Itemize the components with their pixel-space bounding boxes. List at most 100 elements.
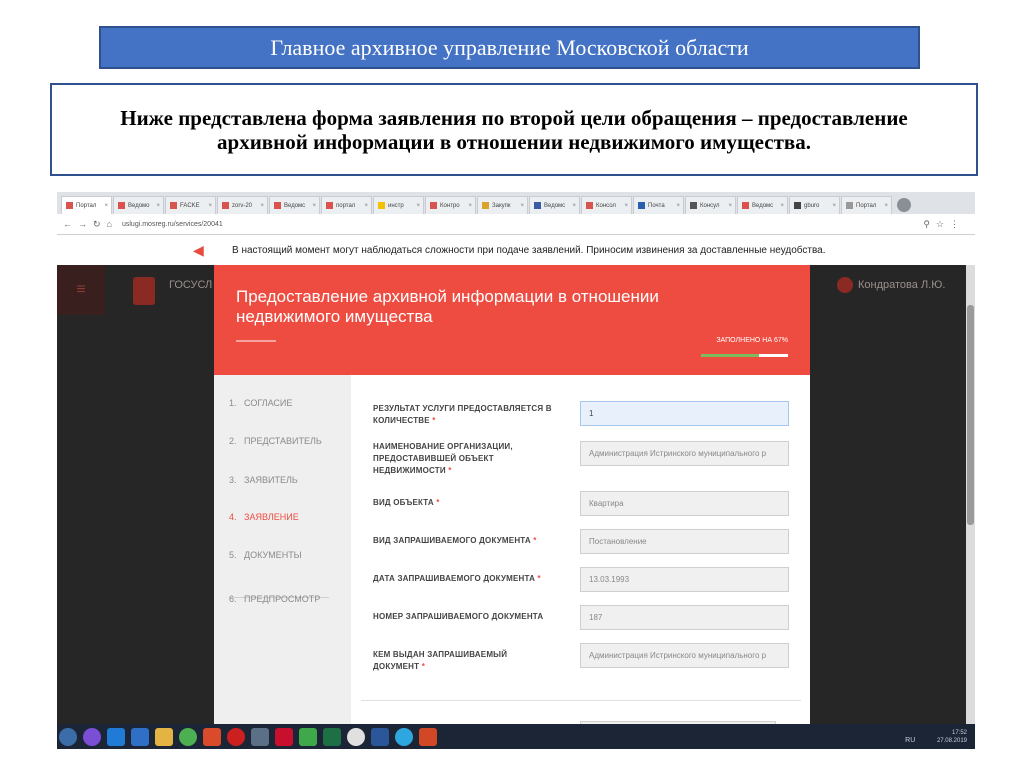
excel-icon[interactable] xyxy=(323,727,341,746)
reload-icon[interactable]: ↻ xyxy=(93,219,101,230)
browser-tab[interactable]: Контро × xyxy=(425,196,476,214)
favicon-icon xyxy=(742,202,749,209)
browser-tab[interactable]: инстр × xyxy=(373,196,424,214)
media-player-icon[interactable] xyxy=(131,727,149,746)
close-tab-icon[interactable]: × xyxy=(884,203,888,209)
app-icon[interactable] xyxy=(203,727,221,746)
forward-icon[interactable]: → xyxy=(78,219,87,229)
back-icon[interactable]: ← xyxy=(63,219,72,229)
favicon-icon xyxy=(534,202,541,209)
browser-tab-strip: Портал × Ведомо × FACKE × zorv-20 × Ведомс × … xyxy=(57,192,975,214)
new-tab-icon[interactable] xyxy=(897,198,911,212)
language-indicator[interactable]: RU xyxy=(905,737,915,745)
browser-tab[interactable]: Ведомо × xyxy=(113,196,164,214)
step-item-applicant[interactable]: 3. ЗАЯВИТЕЛЬ xyxy=(229,475,298,485)
app-icon[interactable] xyxy=(299,727,317,746)
start-button-icon[interactable] xyxy=(59,727,77,746)
field-label-issued-by: КЕМ ВЫДАН ЗАПРАШИВАЕМЫЙ ДОКУМЕНТ * xyxy=(373,650,508,671)
slide-subtitle-box: Ниже представлена форма заявления по вто… xyxy=(50,83,978,176)
close-tab-icon[interactable]: × xyxy=(572,203,576,209)
favicon-icon xyxy=(794,202,801,209)
close-tab-icon[interactable]: × xyxy=(104,203,108,209)
powerpoint-icon[interactable] xyxy=(419,727,437,746)
browser-tab[interactable]: Консол × xyxy=(581,196,632,214)
organization-field[interactable]: Администрация Истринского муниципального… xyxy=(580,441,789,466)
yandex-browser-icon[interactable] xyxy=(347,727,365,746)
ie-browser-icon[interactable] xyxy=(107,727,125,746)
file-explorer-icon[interactable] xyxy=(155,727,173,746)
progress-label: ЗАПОЛНЕНО НА 67% xyxy=(716,337,788,344)
required-marker: * xyxy=(533,536,537,545)
browser-tab[interactable]: Консул × xyxy=(685,196,736,214)
progress-bar xyxy=(701,354,788,357)
app-icon[interactable] xyxy=(251,727,269,746)
step-item-preview[interactable]: 6. ПРЕДПРОСМОТР xyxy=(229,594,320,604)
slide-title-box: Главное архивное управление Московской о… xyxy=(99,26,920,69)
close-tab-icon[interactable]: × xyxy=(364,203,368,209)
browser-screenshot: Портал × Ведомо × FACKE × zorv-20 × Ведомс × … xyxy=(57,192,975,749)
document-date-field[interactable]: 13.03.1993 xyxy=(580,567,789,592)
clock-date: 27.08.2019 xyxy=(936,737,967,744)
favicon-icon xyxy=(222,202,229,209)
favicon-icon xyxy=(430,202,437,209)
browser-tab[interactable]: gburo × xyxy=(789,196,840,214)
object-type-field[interactable]: Квартира xyxy=(580,491,789,516)
megaphone-icon: ◀ xyxy=(193,242,204,258)
page-scrollbar[interactable] xyxy=(966,265,975,749)
yandex-icon[interactable] xyxy=(275,727,293,746)
slide-subtitle: Ниже представлена форма заявления по вто… xyxy=(120,105,908,154)
close-tab-icon[interactable]: × xyxy=(156,203,160,209)
step-item-representative[interactable]: 2. ПРЕДСТАВИТЕЛЬ xyxy=(229,436,322,446)
favicon-icon xyxy=(378,202,385,209)
document-number-field[interactable]: 187 xyxy=(580,605,789,630)
browser-toolbar-icons[interactable]: ⚲☆⋮ xyxy=(923,219,965,230)
close-tab-icon[interactable]: × xyxy=(208,203,212,209)
notice-text: В настоящий момент могут наблюдаться сло… xyxy=(232,244,826,256)
title-underline xyxy=(236,340,276,342)
step-item-application[interactable]: 4. ЗАЯВЛЕНИЕ xyxy=(229,512,299,522)
home-icon[interactable]: ⌂ xyxy=(107,219,112,229)
quantity-field[interactable]: 1 xyxy=(580,401,789,426)
browser-tab[interactable]: zorv-20 × xyxy=(217,196,268,214)
chrome-icon[interactable] xyxy=(179,727,197,746)
close-tab-icon[interactable]: × xyxy=(468,203,472,209)
browser-tab[interactable]: Портал × xyxy=(61,196,112,214)
required-marker: * xyxy=(432,416,436,425)
browser-tab[interactable]: Ведомс × xyxy=(269,196,320,214)
portal-logo-text: ГОСУСЛ xyxy=(169,279,213,291)
step-item-documents[interactable]: 5. ДОКУМЕНТЫ xyxy=(229,550,302,560)
field-label-object-type: ВИД ОБЪЕКТА * xyxy=(373,498,440,507)
required-marker: * xyxy=(448,466,452,475)
assistant-icon[interactable] xyxy=(83,727,101,746)
close-tab-icon[interactable]: × xyxy=(260,203,264,209)
close-tab-icon[interactable]: × xyxy=(624,203,628,209)
hamburger-icon[interactable]: ≡ xyxy=(57,265,105,315)
opera-icon[interactable] xyxy=(227,727,245,746)
portal-page: ≡ ГОСУСЛ Кондратова Л.Ю. Предоставление … xyxy=(57,265,975,749)
close-tab-icon[interactable]: × xyxy=(780,203,784,209)
favicon-icon xyxy=(690,202,697,209)
browser-tab[interactable]: FACKE × xyxy=(165,196,216,214)
system-tray[interactable]: RU 17:52 27.08.2019 xyxy=(905,729,967,745)
close-tab-icon[interactable]: × xyxy=(728,203,732,209)
document-type-field[interactable]: Постановление xyxy=(580,529,789,554)
browser-tab[interactable]: Ведомс × xyxy=(737,196,788,214)
telegram-icon[interactable] xyxy=(395,727,413,746)
close-tab-icon[interactable]: × xyxy=(832,203,836,209)
browser-tab[interactable]: Ведомс × xyxy=(529,196,580,214)
close-tab-icon[interactable]: × xyxy=(676,203,680,209)
step-item-consent[interactable]: 1. СОГЛАСИЕ xyxy=(229,398,292,408)
user-menu[interactable]: Кондратова Л.Ю. xyxy=(837,277,945,293)
scrollbar-thumb[interactable] xyxy=(967,305,974,525)
browser-tab[interactable]: Портал × xyxy=(841,196,892,214)
close-tab-icon[interactable]: × xyxy=(312,203,316,209)
url-field[interactable]: uslugi.mosreg.ru/services/20041 xyxy=(122,221,223,228)
close-tab-icon[interactable]: × xyxy=(416,203,420,209)
browser-tab[interactable]: Закупк × xyxy=(477,196,528,214)
browser-tab[interactable]: Почта × xyxy=(633,196,684,214)
close-tab-icon[interactable]: × xyxy=(520,203,524,209)
word-icon[interactable] xyxy=(371,727,389,746)
windows-taskbar: RU 17:52 27.08.2019 xyxy=(57,724,975,749)
browser-tab[interactable]: портал × xyxy=(321,196,372,214)
issued-by-field[interactable]: Администрация Истринского муниципального… xyxy=(580,643,789,668)
